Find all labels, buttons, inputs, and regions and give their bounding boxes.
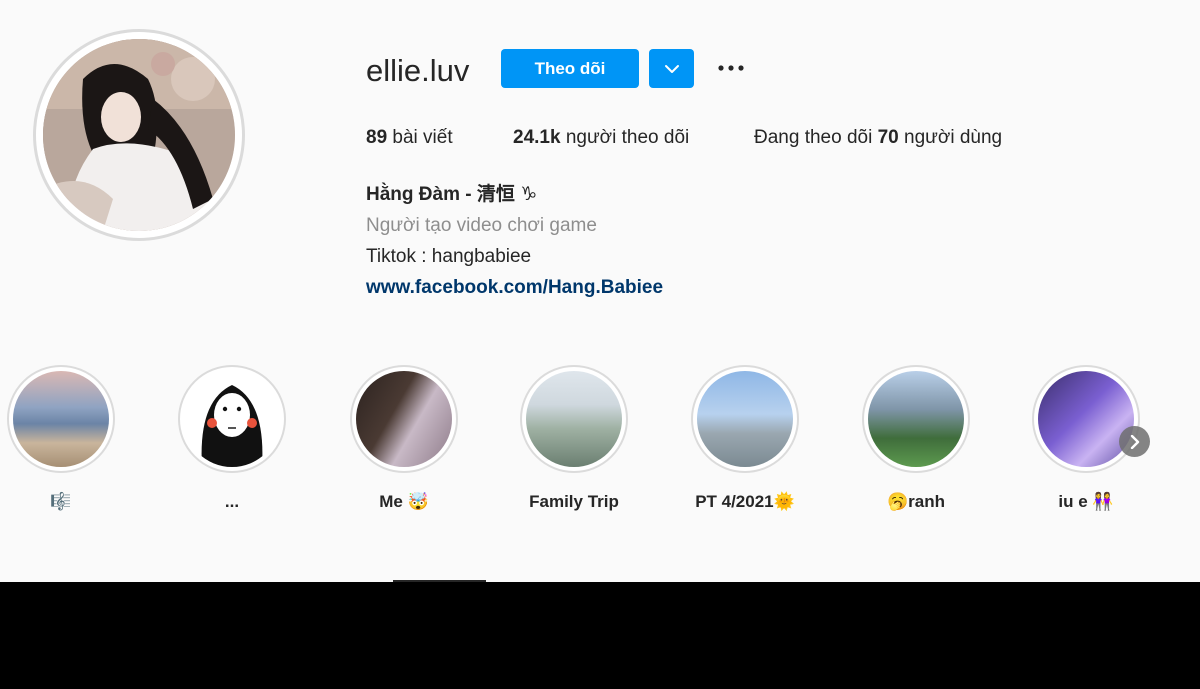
followers-link[interactable]: 24.1k người theo dõi (513, 126, 689, 150)
highlight-item[interactable]: 🥱ranh (856, 365, 976, 513)
following-number: 70 (877, 127, 899, 148)
highlight-label: Me 🤯 (379, 492, 429, 511)
posts-label: bài viết (387, 127, 453, 148)
more-options-icon (718, 65, 744, 71)
bio-external-link[interactable]: www.facebook.com/Hang.Babiee (366, 272, 663, 303)
highlight-ring (178, 365, 286, 473)
highlight-ring (350, 365, 458, 473)
chevron-right-icon (1130, 434, 1139, 449)
highlight-label: PT 4/2021🌞 (695, 492, 795, 511)
bio-full-name: Hằng Đàm - 清恒 ♑ (366, 184, 538, 205)
highlight-item[interactable]: Me 🤯 (344, 365, 464, 513)
highlight-ring (691, 365, 799, 473)
profile-avatar[interactable] (33, 29, 245, 241)
highlight-ring (862, 365, 970, 473)
story-highlights: 🎼 ... Me 🤯 Family Trip PT 4/2021🌞 🥱ranh … (0, 365, 1200, 525)
profile-page: ellie.luv Theo dõi 89 bài viết 24.1k ngư… (0, 0, 1200, 582)
username: ellie.luv (366, 53, 470, 88)
highlight-cover (526, 371, 622, 467)
highlight-item[interactable]: 🎼 (1, 365, 121, 513)
followers-number: 24.1k (513, 127, 561, 148)
highlight-ring (7, 365, 115, 473)
highlight-item[interactable]: Family Trip (514, 365, 634, 513)
posts-count: 89 bài viết (366, 126, 453, 150)
highlights-next-button[interactable] (1119, 426, 1150, 457)
posts-number: 89 (366, 127, 388, 148)
highlight-ring (520, 365, 628, 473)
highlight-cover (697, 371, 793, 467)
highlight-cover (356, 371, 452, 467)
highlight-label: 🥱ranh (886, 492, 945, 511)
profile-bio: Hằng Đàm - 清恒 ♑ Người tạo video chơi gam… (366, 179, 663, 303)
highlight-cover (13, 371, 109, 467)
no-face-icon (201, 385, 263, 467)
avatar-illustration (43, 39, 235, 231)
highlight-label: ... (224, 492, 240, 511)
more-options-button[interactable] (713, 52, 749, 84)
suggested-dropdown-button[interactable] (649, 49, 694, 88)
highlight-label: iu e 👭 (1058, 492, 1114, 511)
letterbox-band (0, 582, 1200, 689)
following-link[interactable]: Đang theo dõi 70 người dùng (754, 126, 1002, 150)
follow-button[interactable]: Theo dõi (501, 49, 639, 88)
highlight-item[interactable]: PT 4/2021🌞 (685, 365, 805, 513)
highlight-cover (184, 371, 280, 467)
followers-label: người theo dõi (560, 127, 690, 148)
chevron-down-icon (664, 64, 679, 73)
highlight-label: Family Trip (529, 492, 619, 511)
highlight-item[interactable]: ... (172, 365, 292, 513)
following-suffix: người dùng (898, 127, 1003, 148)
highlight-label: 🎼 (50, 492, 72, 511)
following-prefix: Đang theo dõi (754, 127, 878, 148)
bio-category: Người tạo video chơi game (366, 215, 597, 236)
highlight-ring (1032, 365, 1140, 473)
bio-text: Tiktok : hangbabiee (366, 246, 532, 267)
avatar-photo (43, 39, 235, 231)
highlight-cover (1038, 371, 1134, 467)
highlight-cover (868, 371, 964, 467)
